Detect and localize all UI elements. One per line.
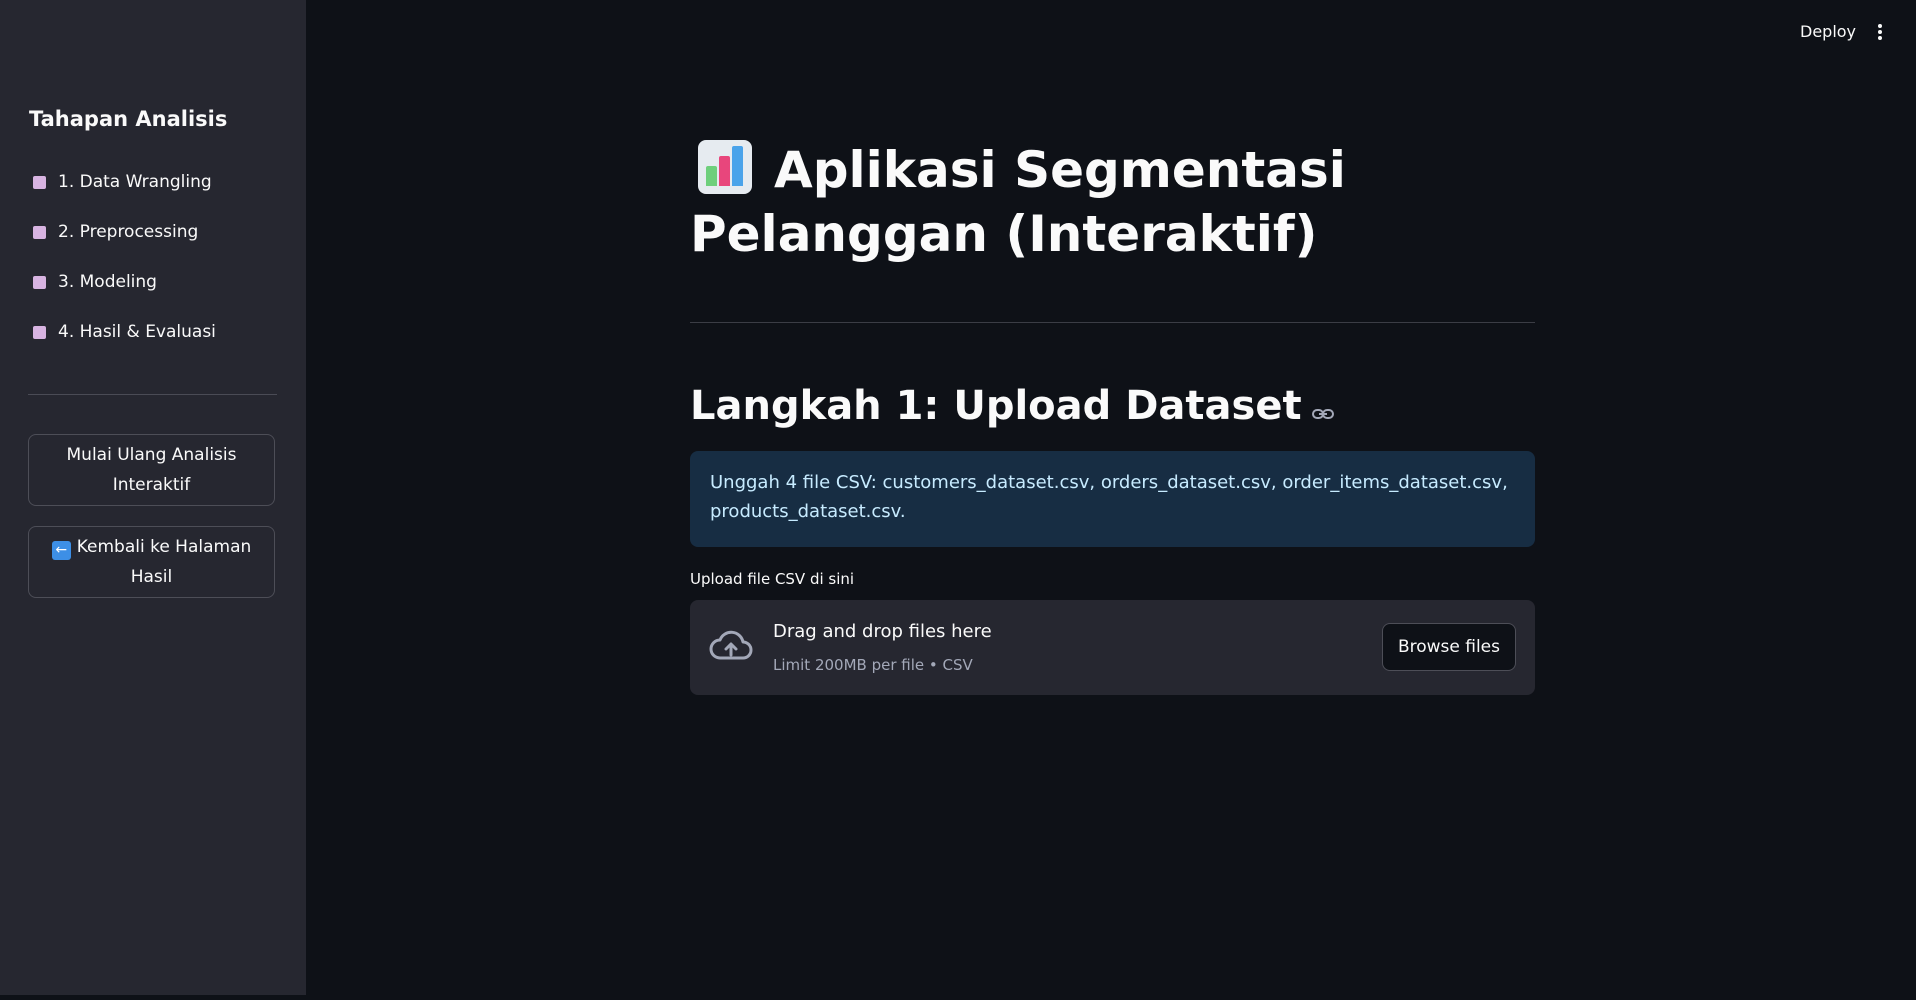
step-label: 1. Data Wrangling [58,172,212,192]
step-item-modeling: 3. Modeling [33,257,216,307]
link-icon[interactable] [1311,380,1334,436]
step-marker-icon [33,325,46,339]
sidebar: Tahapan Analisis 1. Data Wrangling 2. Pr… [0,0,306,995]
step-label: 2. Preprocessing [58,222,199,242]
main-divider [690,322,1535,323]
section-heading: Langkah 1: Upload Dataset [690,378,1334,436]
step-item-hasil-evaluasi: 4. Hasil & Evaluasi [33,307,216,357]
sidebar-bottom-strip [0,995,306,1000]
step-item-preprocessing: 2. Preprocessing [33,207,216,257]
restart-analysis-label: Mulai Ulang Analisis Interaktif [66,445,237,495]
step-marker-icon [33,225,46,239]
info-alert: Unggah 4 file CSV: customers_dataset.csv… [690,451,1535,547]
section-heading-text: Langkah 1: Upload Dataset [690,383,1302,429]
sidebar-divider [28,394,277,395]
file-dropzone[interactable]: Drag and drop files here Limit 200MB per… [690,600,1535,695]
step-marker-icon [33,175,46,189]
cloud-upload-icon [709,630,753,660]
analysis-steps-list: 1. Data Wrangling 2. Preprocessing 3. Mo… [33,157,216,357]
browse-files-button[interactable]: Browse files [1381,623,1516,671]
upload-label: Upload file CSV di sini [690,570,855,588]
dropzone-title: Drag and drop files here [773,621,992,642]
dropzone-limit-text: Limit 200MB per file • CSV [773,656,973,674]
left-arrow-icon: ← [51,541,71,560]
step-item-data-wrangling: 1. Data Wrangling [33,157,216,207]
step-marker-icon [33,275,46,289]
page-title: Aplikasi Segmentasi Pelanggan (Interakti… [690,141,1346,263]
deploy-button[interactable]: Deploy [1800,22,1856,41]
back-to-results-label: Kembali ke Halaman Hasil [76,537,252,587]
step-label: 4. Hasil & Evaluasi [58,322,216,342]
back-to-results-button[interactable]: ← Kembali ke Halaman Hasil [28,526,275,598]
sidebar-title: Tahapan Analisis [29,107,228,131]
restart-analysis-button[interactable]: Mulai Ulang Analisis Interaktif [28,434,275,506]
step-label: 3. Modeling [58,272,157,292]
main-menu-icon[interactable] [1876,24,1884,44]
streamlit-app: Tahapan Analisis 1. Data Wrangling 2. Pr… [0,0,1916,1000]
